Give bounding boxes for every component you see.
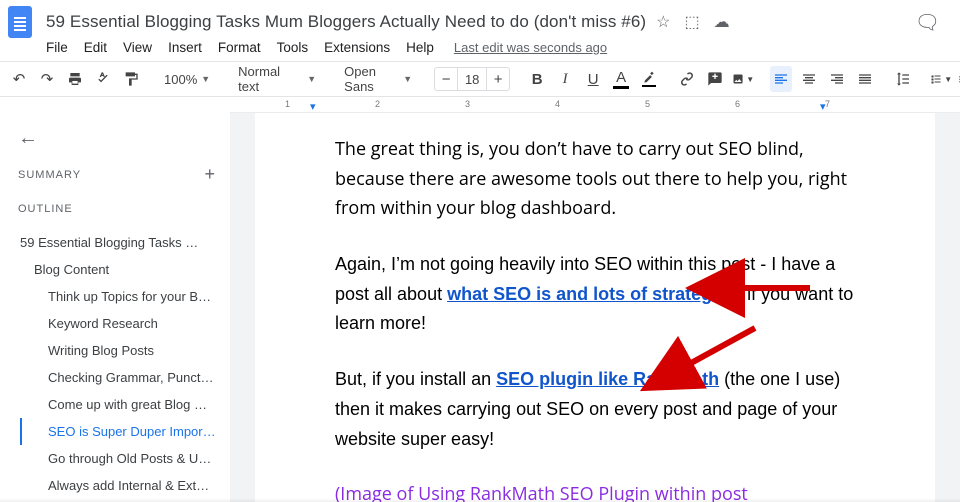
outline-item[interactable]: Come up with great Blog … xyxy=(18,391,216,418)
page: The great thing is, you don’t have to ca… xyxy=(255,113,935,502)
collapse-outline-icon[interactable]: ← xyxy=(18,127,216,150)
outline-header: OUTLINE xyxy=(18,203,216,215)
menu-view[interactable]: View xyxy=(123,40,152,55)
align-right-button[interactable] xyxy=(826,66,848,92)
paragraph[interactable]: Again, I’m not going heavily into SEO wi… xyxy=(335,250,855,339)
insert-image-button[interactable]: ▼ xyxy=(732,66,754,92)
underline-button[interactable]: U xyxy=(582,66,604,92)
menu-format[interactable]: Format xyxy=(218,40,261,55)
spellcheck-button[interactable] xyxy=(92,66,114,92)
align-left-button[interactable] xyxy=(770,66,792,92)
menu-edit[interactable]: Edit xyxy=(84,40,107,55)
cloud-status-icon: ☁ xyxy=(714,12,730,32)
ruler-tick: 1 xyxy=(285,99,290,109)
font-size-stepper[interactable]: − 18 + xyxy=(434,67,510,91)
align-center-button[interactable] xyxy=(798,66,820,92)
summary-header: SUMMARY xyxy=(18,169,81,181)
menu-extensions[interactable]: Extensions xyxy=(324,40,390,55)
ruler-right-marker[interactable]: ▾ xyxy=(820,100,826,113)
outline-item[interactable]: Always add Internal & Ext… xyxy=(18,472,216,499)
paragraph[interactable]: The great thing is, you don’t have to ca… xyxy=(335,135,855,224)
ruler-tick: 3 xyxy=(465,99,470,109)
toolbar: ↶ ↷ 100%▼ Normal text▼ Open Sans▼ − 18 +… xyxy=(0,61,960,97)
add-summary-button[interactable]: + xyxy=(204,164,216,185)
undo-button[interactable]: ↶ xyxy=(8,66,30,92)
outline-item[interactable]: Go through Old Posts & U… xyxy=(18,445,216,472)
outline-item[interactable]: SEO is Super Duper Impor… xyxy=(20,418,216,445)
line-spacing-button[interactable] xyxy=(892,66,914,92)
last-edit-text[interactable]: Last edit was seconds ago xyxy=(454,40,607,55)
link-seo-strategies[interactable]: what SEO is and lots of strategies xyxy=(447,284,737,304)
zoom-select[interactable]: 100%▼ xyxy=(158,66,216,92)
ruler-tick: 2 xyxy=(375,99,380,109)
checklist-button[interactable]: ▼ xyxy=(930,66,952,92)
insert-link-button[interactable] xyxy=(676,66,698,92)
outline-item[interactable]: Checking Grammar, Punct… xyxy=(18,364,216,391)
star-icon[interactable]: ☆ xyxy=(656,12,670,32)
highlight-button[interactable] xyxy=(638,66,660,92)
doc-title[interactable]: 59 Essential Blogging Tasks Mum Bloggers… xyxy=(46,12,646,32)
add-comment-button[interactable] xyxy=(704,66,726,92)
print-button[interactable] xyxy=(64,66,86,92)
ruler[interactable]: ▾ 1 2 3 4 5 6 7 ▾ xyxy=(230,97,960,113)
text-run: But, if you install an xyxy=(335,369,496,389)
outline-item[interactable]: Writing Blog Posts xyxy=(18,337,216,364)
ruler-tick: 5 xyxy=(645,99,650,109)
paragraph[interactable]: But, if you install an SEO plugin like R… xyxy=(335,365,855,454)
outline-item[interactable]: Keyword Research xyxy=(18,310,216,337)
open-comments-icon[interactable]: 🗨 xyxy=(915,10,940,35)
paragraph-style-select[interactable]: Normal text▼ xyxy=(232,66,322,92)
link-rankmath[interactable]: SEO plugin like RankMath xyxy=(496,369,719,389)
menu-insert[interactable]: Insert xyxy=(168,40,202,55)
docs-logo-icon[interactable] xyxy=(8,6,32,38)
font-size-increase[interactable]: + xyxy=(487,71,509,88)
ruler-tick: 6 xyxy=(735,99,740,109)
menu-help[interactable]: Help xyxy=(406,40,434,55)
font-select[interactable]: Open Sans▼ xyxy=(338,66,418,92)
outline-item[interactable]: Think up Topics for your B… xyxy=(18,283,216,310)
outline-sidebar: ← SUMMARY + OUTLINE 59 Essential Bloggin… xyxy=(0,113,230,502)
move-icon[interactable]: ⬚ xyxy=(685,12,700,32)
outline-item[interactable]: Blog Content xyxy=(18,256,216,283)
italic-button[interactable]: I xyxy=(554,66,576,92)
menu-tools[interactable]: Tools xyxy=(277,40,309,55)
outline-item[interactable]: 59 Essential Blogging Tasks … xyxy=(18,229,216,256)
font-size-value[interactable]: 18 xyxy=(457,68,487,90)
redo-button[interactable]: ↷ xyxy=(36,66,58,92)
ruler-left-marker[interactable]: ▾ xyxy=(310,100,316,113)
paint-format-button[interactable] xyxy=(120,66,142,92)
text-color-button[interactable]: A xyxy=(610,66,632,92)
menu-file[interactable]: File xyxy=(46,40,68,55)
font-size-decrease[interactable]: − xyxy=(435,71,457,88)
align-justify-button[interactable] xyxy=(854,66,876,92)
bold-button[interactable]: B xyxy=(526,66,548,92)
ruler-tick: 4 xyxy=(555,99,560,109)
menubar: File Edit View Insert Format Tools Exten… xyxy=(0,38,960,61)
document-canvas[interactable]: The great thing is, you don’t have to ca… xyxy=(230,113,960,502)
